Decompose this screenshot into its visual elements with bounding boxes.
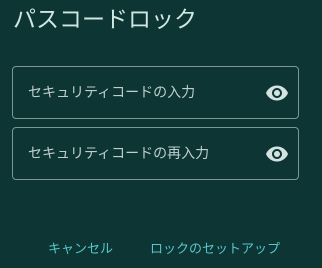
security-code-confirm-input[interactable] bbox=[28, 128, 258, 179]
cancel-button[interactable]: キャンセル bbox=[48, 238, 113, 262]
security-code-confirm-field[interactable] bbox=[12, 127, 299, 180]
eye-icon[interactable] bbox=[265, 81, 289, 105]
setup-lock-button[interactable]: ロックのセットアップ bbox=[150, 238, 280, 262]
security-code-field[interactable] bbox=[12, 66, 299, 119]
security-code-input[interactable] bbox=[28, 67, 258, 118]
eye-icon[interactable] bbox=[265, 142, 289, 166]
dialog-title: パスコードロック bbox=[13, 7, 197, 33]
